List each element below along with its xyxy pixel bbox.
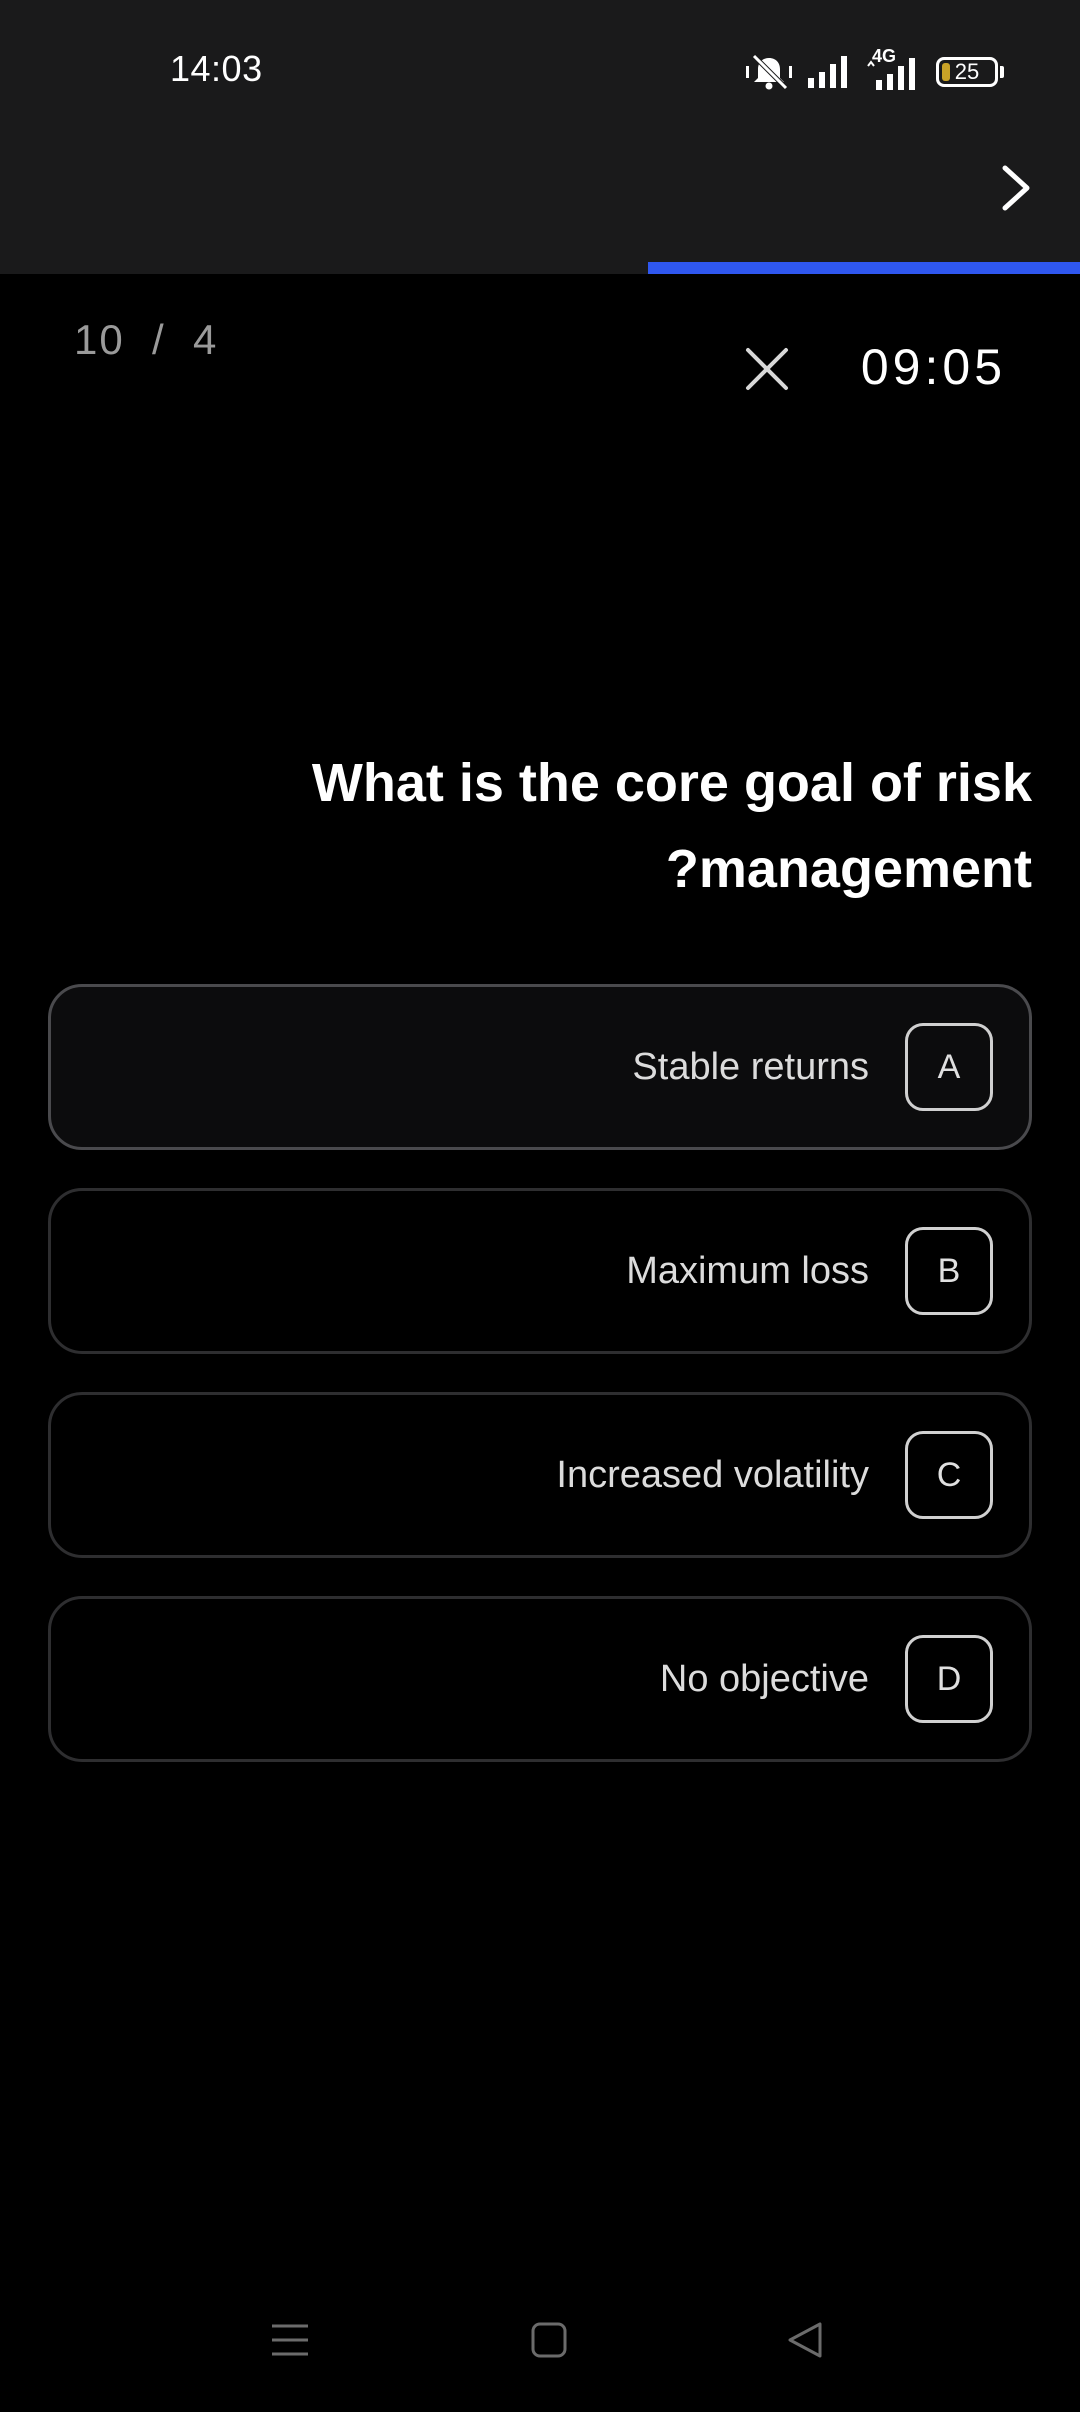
progress-bar	[0, 262, 1080, 274]
signal-4g-icon: 4G	[866, 46, 922, 92]
menu-icon	[272, 2324, 308, 2356]
battery-cap	[1000, 66, 1004, 78]
option-label: No objective	[659, 1657, 869, 1700]
close-icon	[746, 348, 788, 390]
option-c[interactable]: Increased volatility C	[48, 1392, 1032, 1558]
question-counter: 10 / 4	[74, 316, 219, 363]
back-button[interactable]	[776, 2310, 836, 2370]
battery-level	[942, 63, 951, 81]
option-label: Maximum loss	[626, 1249, 869, 1292]
system-nav-bar	[0, 2310, 1080, 2380]
top-bar: 14:03 4G 25	[0, 0, 1080, 274]
mute-vibrate-icon	[746, 54, 792, 90]
back-icon	[788, 2322, 822, 2358]
timer: 09:05	[860, 339, 1006, 395]
status-icons: 4G 25	[746, 46, 1004, 94]
home-button[interactable]	[519, 2310, 579, 2370]
option-d[interactable]: No objective D	[48, 1596, 1032, 1762]
close-button[interactable]	[744, 346, 790, 392]
progress-fill	[648, 262, 1080, 274]
home-icon	[531, 2322, 567, 2358]
recents-button[interactable]	[260, 2310, 320, 2370]
option-label: Stable returns	[632, 1045, 869, 1088]
option-letter-badge: C	[905, 1431, 993, 1519]
answer-options: Stable returns A Maximum loss B Increase…	[48, 984, 1032, 1800]
option-letter-badge: A	[905, 1023, 993, 1111]
battery-percent: 25	[954, 59, 980, 84]
option-letter-badge: D	[905, 1635, 993, 1723]
option-label: Increased volatility	[556, 1453, 869, 1496]
question-text: What is the core goal of risk ?managemen…	[311, 753, 1032, 899]
option-a[interactable]: Stable returns A	[48, 984, 1032, 1150]
option-letter-badge: B	[905, 1227, 993, 1315]
battery-icon: 25	[936, 57, 998, 87]
signal-icon	[808, 56, 847, 88]
chevron-right-icon	[1002, 165, 1030, 211]
next-button[interactable]	[986, 158, 1046, 218]
option-b[interactable]: Maximum loss B	[48, 1188, 1032, 1354]
status-time: 14:03	[170, 48, 263, 89]
